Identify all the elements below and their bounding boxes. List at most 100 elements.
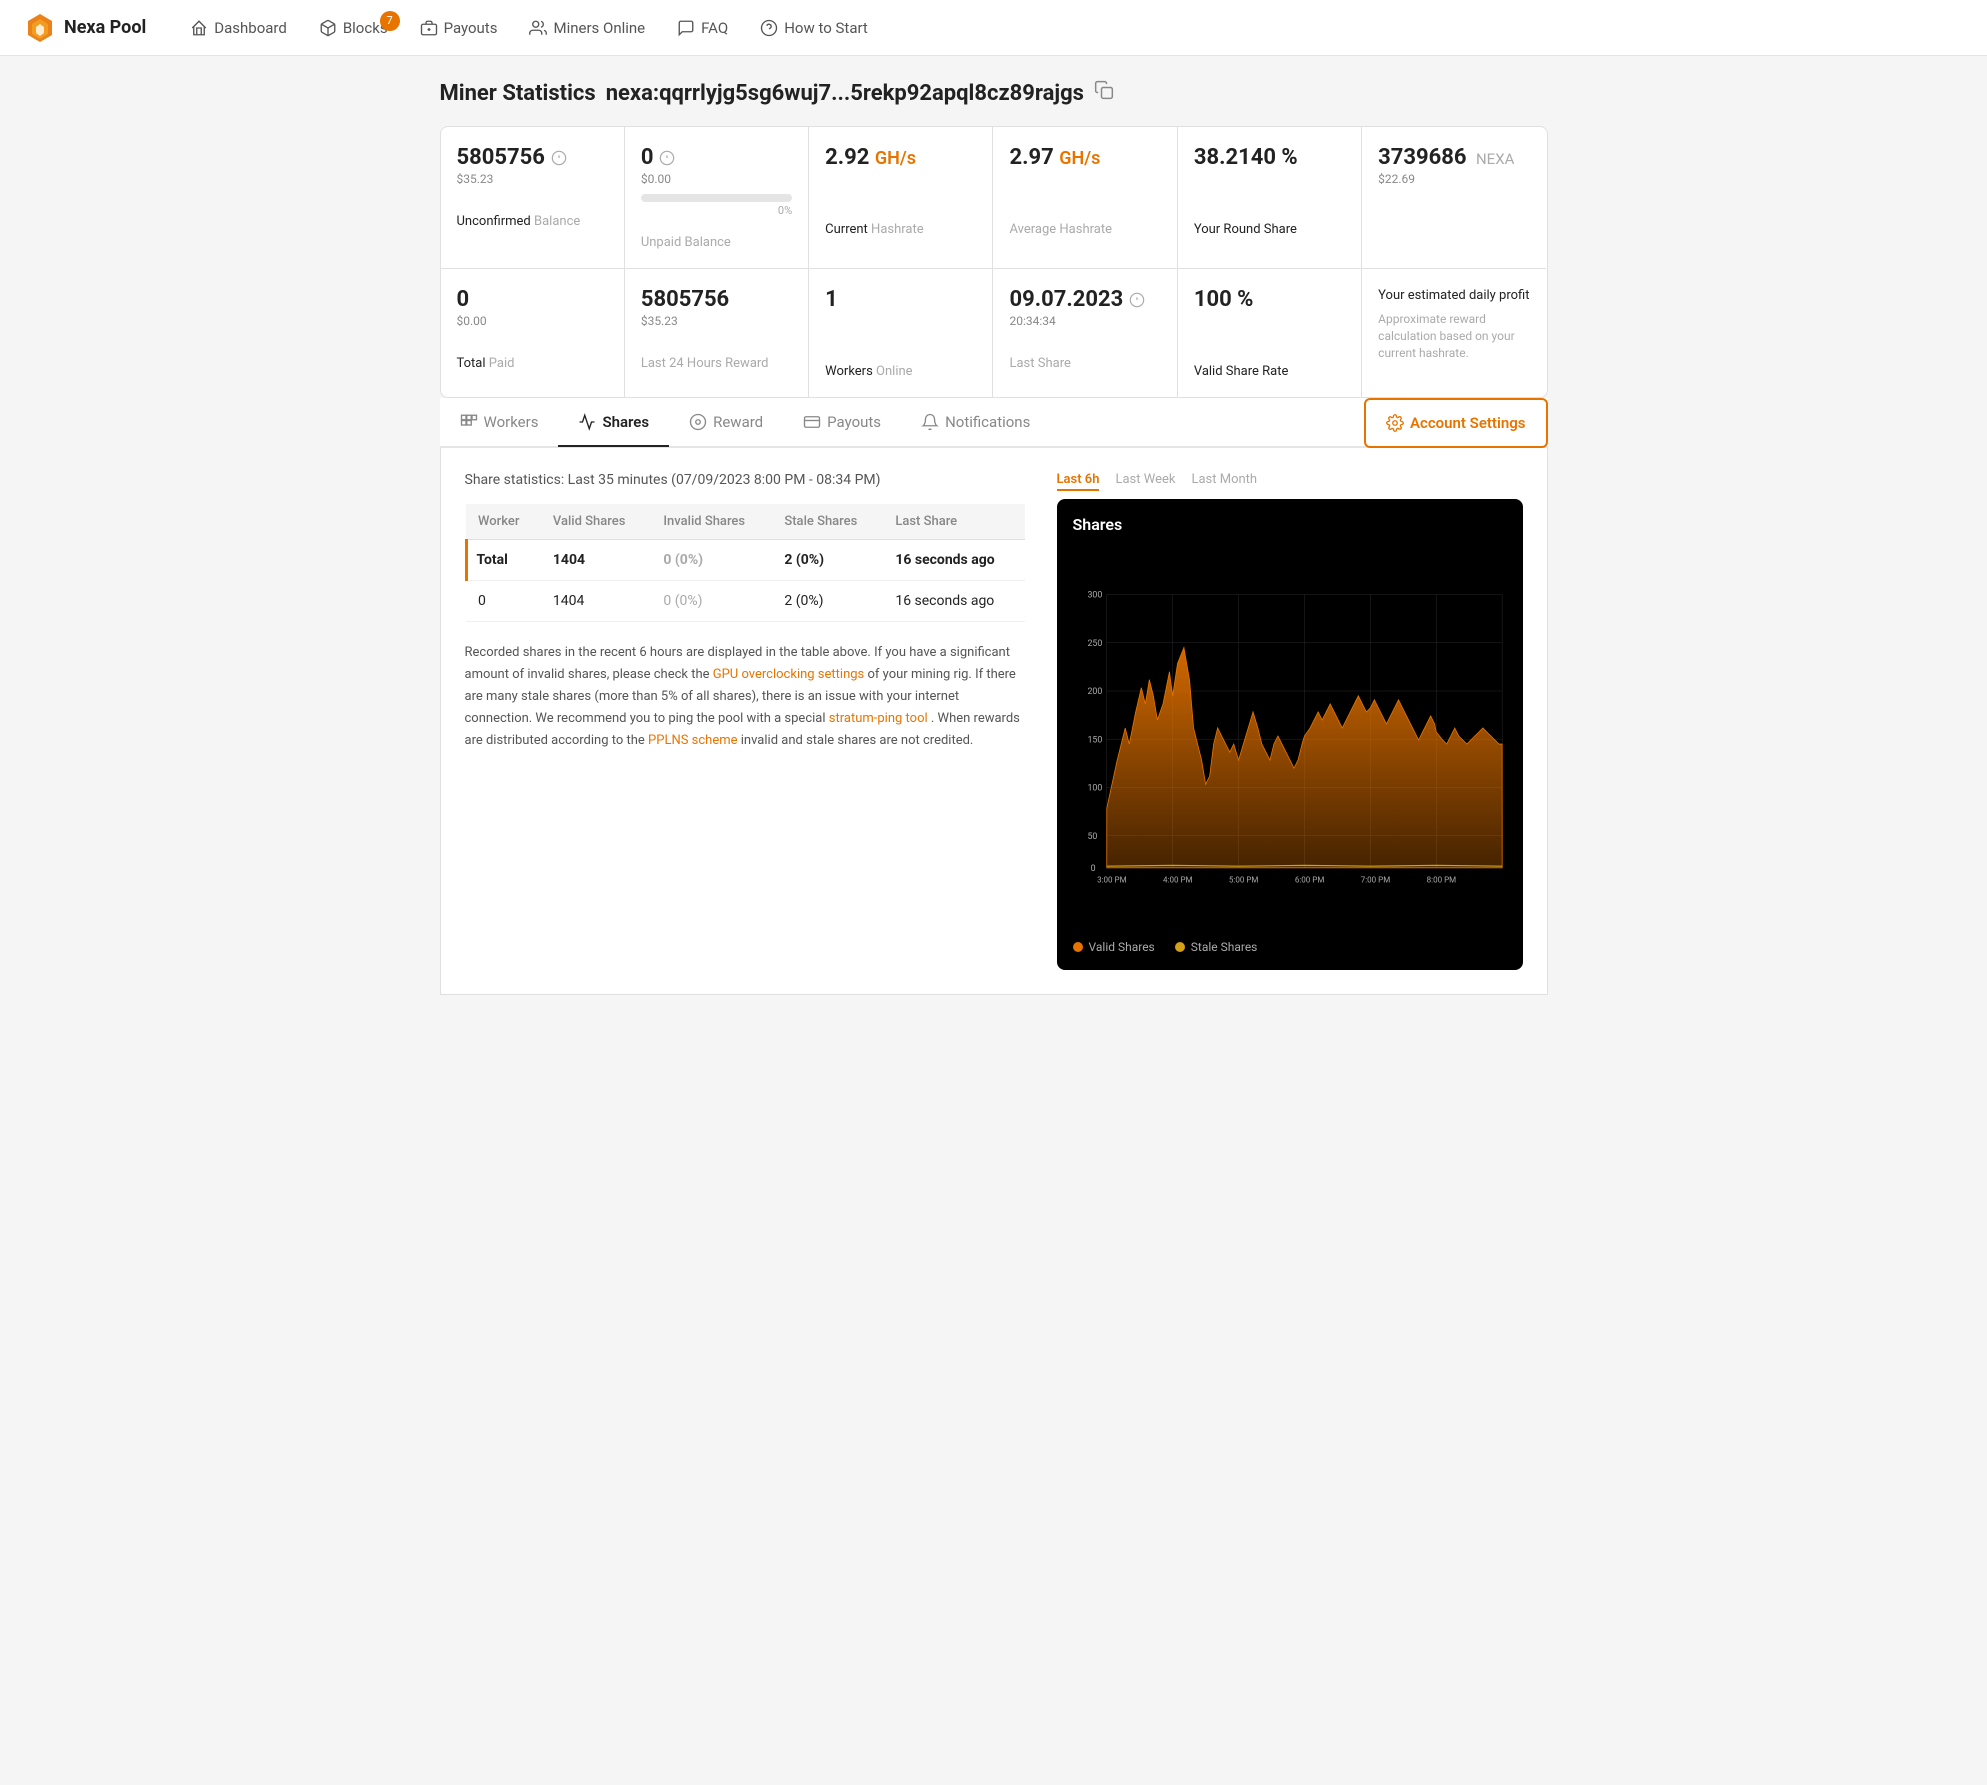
stat-unpaid-balance: 0 $0.00 0% Unpaid Balance: [625, 127, 809, 269]
row-total-worker: Total: [466, 540, 541, 581]
total-paid-label: Total Paid: [457, 356, 608, 371]
unpaid-label: Unpaid Balance: [641, 235, 792, 250]
average-hashrate-value: 2.97 GH/s: [1009, 145, 1160, 170]
settings-icon: [1386, 414, 1404, 432]
stat-nexa: 3739686 NEXA $22.69: [1362, 127, 1546, 269]
stat-total-paid: 0 $0.00 Total Paid: [441, 269, 625, 397]
time-tab-month[interactable]: Last Month: [1191, 472, 1257, 491]
question-icon: [760, 19, 778, 37]
unpaid-progress-bar: [641, 194, 792, 202]
tab-payouts[interactable]: Payouts: [783, 399, 901, 447]
stat-workers-online: 1 Workers Online: [809, 269, 993, 397]
nav-blocks[interactable]: Blocks 7: [307, 11, 400, 45]
app-name: Nexa Pool: [64, 17, 146, 38]
tab-account-settings[interactable]: Account Settings: [1364, 398, 1548, 448]
info-icon: [551, 150, 567, 166]
stale-shares-dot: [1175, 942, 1185, 952]
col-worker: Worker: [466, 504, 541, 540]
row-0-stale: 2 (0%): [772, 581, 883, 622]
valid-share-rate-value: 100 %: [1194, 287, 1345, 312]
miner-address: nexa:qqrrlyjg5sg6wuj7...5rekp92apql8cz89…: [606, 81, 1084, 106]
shares-icon: [578, 413, 596, 431]
nav-how-to-start[interactable]: How to Start: [748, 11, 880, 45]
workers-icon: [460, 413, 478, 431]
svg-text:4:00 PM: 4:00 PM: [1163, 875, 1193, 884]
svg-text:100: 100: [1087, 784, 1102, 794]
tab-notifications[interactable]: Notifications: [901, 399, 1050, 447]
nexa-usd: $22.69: [1378, 172, 1530, 186]
tab-reward[interactable]: Reward: [669, 399, 783, 447]
total-paid-value: 0: [457, 287, 608, 312]
notifications-icon: [921, 413, 939, 431]
tab-shares[interactable]: Shares: [558, 399, 669, 447]
last-share-time: 20:34:34: [1009, 314, 1160, 328]
workers-online-value: 1: [825, 287, 976, 312]
svg-text:250: 250: [1087, 639, 1102, 649]
payouts-icon: [803, 413, 821, 431]
nav-faq[interactable]: FAQ: [665, 11, 740, 45]
chart-legend: Valid Shares Stale Shares: [1073, 940, 1507, 954]
svg-text:8:00 PM: 8:00 PM: [1426, 875, 1456, 884]
row-total-stale: 2 (0%): [772, 540, 883, 581]
tab-workers[interactable]: Workers: [440, 399, 559, 447]
shares-right-panel: Last 6h Last Week Last Month Shares 300 …: [1057, 472, 1523, 970]
share-description: Recorded shares in the recent 6 hours ar…: [465, 642, 1025, 752]
last24h-label: Last 24 Hours Reward: [641, 356, 792, 371]
row-total-invalid: 0 (0%): [651, 540, 772, 581]
logo[interactable]: Nexa Pool: [24, 12, 146, 44]
stat-valid-share-rate: 100 % Valid Share Rate: [1178, 269, 1362, 397]
estimated-daily-label: Your estimated daily profit: [1378, 287, 1530, 305]
legend-stale-shares: Stale Shares: [1175, 940, 1258, 954]
svg-text:0: 0: [1090, 864, 1095, 874]
people-icon: [529, 19, 547, 37]
nav-payouts[interactable]: Payouts: [408, 11, 510, 45]
info-icon-2: [659, 150, 675, 166]
round-share-label: Your Round Share: [1194, 222, 1345, 237]
unconfirmed-label: Unconfirmed Balance: [457, 214, 608, 229]
copy-address-button[interactable]: [1094, 80, 1114, 106]
valid-shares-dot: [1073, 942, 1083, 952]
row-0-invalid: 0 (0%): [651, 581, 772, 622]
last-share-label: Last Share: [1009, 356, 1160, 371]
stat-round-share: 38.2140 % Your Round Share: [1178, 127, 1362, 269]
gpu-overclocking-link[interactable]: GPU overclocking settings: [713, 667, 865, 682]
stat-estimated-profit: Your estimated daily profit Approximate …: [1362, 269, 1546, 397]
time-tab-6h[interactable]: Last 6h: [1057, 472, 1100, 491]
wallet-icon: [420, 19, 438, 37]
col-invalid: Invalid Shares: [651, 504, 772, 540]
col-last: Last Share: [883, 504, 1024, 540]
chat-icon: [677, 19, 695, 37]
shares-content: Share statistics: Last 35 minutes (07/09…: [440, 448, 1548, 995]
last24h-value: 5805756: [641, 287, 792, 312]
navbar: Nexa Pool Dashboard Blocks 7 Payouts Min…: [0, 0, 1987, 56]
col-valid: Valid Shares: [541, 504, 651, 540]
nav-dashboard[interactable]: Dashboard: [178, 11, 299, 45]
share-stats-title: Share statistics: Last 35 minutes (07/09…: [465, 472, 1025, 488]
row-0-last: 16 seconds ago: [883, 581, 1024, 622]
current-hashrate-label: Current Hashrate: [825, 222, 976, 237]
nexa-value: 3739686 NEXA: [1378, 145, 1530, 170]
table-row-0: 0 1404 0 (0%) 2 (0%) 16 seconds ago: [466, 581, 1025, 622]
svg-text:150: 150: [1087, 735, 1102, 745]
nav-items: Dashboard Blocks 7 Payouts Miners Online…: [178, 11, 1963, 45]
main-content: Miner Statistics nexa:qqrrlyjg5sg6wuj7..…: [424, 56, 1564, 1019]
estimated-daily-sub: Approximate reward calculation based on …: [1378, 311, 1530, 361]
workers-online-label: Workers Online: [825, 364, 976, 379]
blocks-badge: 7: [380, 11, 400, 31]
miner-statistics-label: Miner Statistics: [440, 81, 596, 106]
stats-grid: 5805756 $35.23 Unconfirmed Balance 0 $0.…: [440, 126, 1548, 398]
nav-miners-online[interactable]: Miners Online: [517, 11, 657, 45]
shares-left-panel: Share statistics: Last 35 minutes (07/09…: [465, 472, 1025, 970]
row-0-worker: 0: [466, 581, 541, 622]
row-total-valid: 1404: [541, 540, 651, 581]
col-stale: Stale Shares: [772, 504, 883, 540]
svg-text:50: 50: [1087, 832, 1097, 842]
info-icon-3: [1129, 292, 1145, 308]
cube-icon: [319, 19, 337, 37]
total-paid-usd: $0.00: [457, 314, 608, 328]
table-row-total: Total 1404 0 (0%) 2 (0%) 16 seconds ago: [466, 540, 1025, 581]
pplns-scheme-link[interactable]: PPLNS scheme: [648, 733, 737, 748]
stratum-ping-link[interactable]: stratum-ping tool: [829, 711, 928, 726]
time-tab-week[interactable]: Last Week: [1115, 472, 1175, 491]
svg-text:6:00 PM: 6:00 PM: [1294, 875, 1324, 884]
